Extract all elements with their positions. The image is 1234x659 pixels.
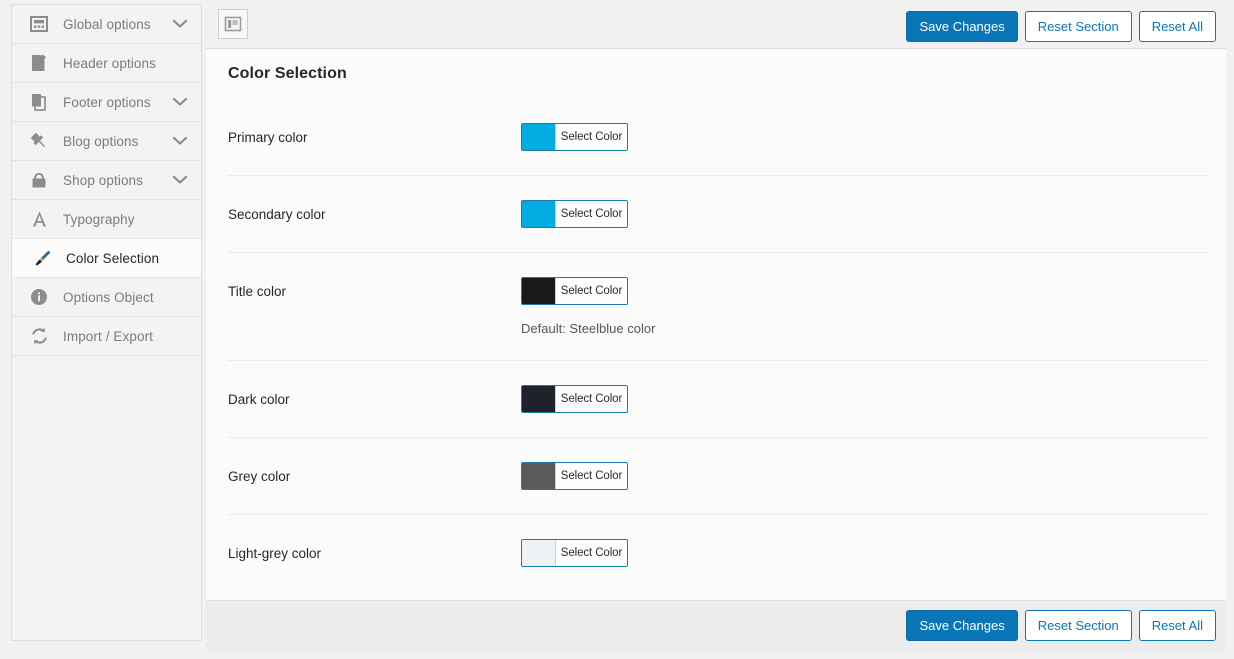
chevron-down-icon[interactable] <box>172 17 188 32</box>
color-field-row: Grey color Select Color <box>228 438 1210 515</box>
save-changes-button-bottom[interactable]: Save Changes <box>906 610 1018 641</box>
color-picker[interactable]: Select Color <box>521 539 628 567</box>
content-panel: Save Changes Reset Section Reset All Col… <box>206 0 1234 651</box>
sidebar-item-options-object[interactable]: Options Object <box>12 278 201 317</box>
sidebar-item-blog-options[interactable]: Blog options <box>12 122 201 161</box>
sidebar-item-label: Typography <box>63 211 135 227</box>
color-swatch[interactable] <box>522 540 556 566</box>
sidebar-item-typography[interactable]: Typography <box>12 200 201 239</box>
select-color-button[interactable]: Select Color <box>556 124 627 150</box>
sidebar-item-label: Header options <box>63 55 156 71</box>
topbar-actions: Save Changes Reset Section Reset All <box>906 11 1216 42</box>
select-color-button[interactable]: Select Color <box>556 278 627 304</box>
sidebar-item-label: Global options <box>63 16 151 32</box>
color-field-row: Light-grey color Select Color <box>228 515 1210 591</box>
sidebar-item-label: Options Object <box>63 289 154 305</box>
field-control: Select Color <box>521 515 1210 591</box>
reset-section-button-bottom[interactable]: Reset Section <box>1024 610 1132 641</box>
select-color-button[interactable]: Select Color <box>556 463 627 489</box>
sidebar-item-color-selection[interactable]: Color Selection <box>12 239 201 278</box>
select-color-button[interactable]: Select Color <box>556 201 627 227</box>
pushpin-icon <box>26 130 52 152</box>
reset-all-button-top[interactable]: Reset All <box>1138 11 1216 42</box>
field-control: Select Color Default: Steelblue color <box>521 253 1210 360</box>
reset-section-button-top[interactable]: Reset Section <box>1024 11 1132 42</box>
sidebar-item-label: Color Selection <box>66 250 160 266</box>
color-swatch[interactable] <box>522 386 556 412</box>
save-changes-button-top[interactable]: Save Changes <box>906 11 1018 42</box>
color-field-row: Primary color Select Color <box>228 99 1210 176</box>
footer-actions: Save Changes Reset Section Reset All <box>906 610 1216 641</box>
reset-all-button-bottom[interactable]: Reset All <box>1138 610 1216 641</box>
field-control: Select Color <box>521 99 1210 175</box>
sync-arrows-icon <box>26 325 52 347</box>
field-control: Select Color <box>521 361 1210 437</box>
options-framework-page: Global options Header options Footer optio… <box>0 0 1234 659</box>
color-picker[interactable]: Select Color <box>521 462 628 490</box>
color-picker[interactable]: Select Color <box>521 277 628 305</box>
page-header-icon <box>26 52 52 74</box>
color-swatch[interactable] <box>522 201 556 227</box>
sidebar-item-footer-options[interactable]: Footer options <box>12 83 201 122</box>
sidebar-item-header-options[interactable]: Header options <box>12 44 201 83</box>
chevron-down-icon[interactable] <box>172 95 188 110</box>
color-field-row: Dark color Select Color <box>228 361 1210 438</box>
field-label: Primary color <box>228 130 308 145</box>
expand-panel-icon[interactable] <box>218 9 248 39</box>
field-label: Dark color <box>228 392 290 407</box>
field-control: Select Color <box>521 438 1210 514</box>
panel-body: Color Selection Primary color Select Colo… <box>206 49 1226 600</box>
field-description: Default: Steelblue color <box>521 321 656 336</box>
color-fields-list: Primary color Select Color Secondary color… <box>228 99 1210 591</box>
panel-footer: Save Changes Reset Section Reset All <box>206 600 1226 651</box>
color-picker[interactable]: Select Color <box>521 123 628 151</box>
chevron-down-icon[interactable] <box>172 134 188 149</box>
letter-a-icon <box>26 208 52 230</box>
color-picker[interactable]: Select Color <box>521 200 628 228</box>
chevron-down-icon[interactable] <box>172 173 188 188</box>
field-control: Select Color <box>521 176 1210 252</box>
shopping-bag-icon <box>26 169 52 191</box>
color-field-row: Title color Select Color Default: Steelblu… <box>228 253 1210 361</box>
page-title: Color Selection <box>228 65 347 82</box>
field-label: Title color <box>228 284 287 299</box>
color-field-row: Secondary color Select Color <box>228 176 1210 253</box>
field-label: Secondary color <box>228 207 326 222</box>
color-swatch[interactable] <box>522 278 556 304</box>
field-label: Grey color <box>228 469 291 484</box>
sidebar-item-import-export[interactable]: Import / Export <box>12 317 201 356</box>
pages-stack-icon <box>26 91 52 113</box>
paintbrush-icon <box>29 247 55 269</box>
sidebar-item-global-options[interactable]: Global options <box>12 5 201 44</box>
select-color-button[interactable]: Select Color <box>556 386 627 412</box>
sidebar-item-shop-options[interactable]: Shop options <box>12 161 201 200</box>
select-color-button[interactable]: Select Color <box>556 540 627 566</box>
panel-topbar: Save Changes Reset Section Reset All <box>206 0 1226 49</box>
window-layout-icon <box>26 13 52 35</box>
color-picker[interactable]: Select Color <box>521 385 628 413</box>
color-swatch[interactable] <box>522 124 556 150</box>
info-circle-icon <box>26 286 52 308</box>
sidebar-item-label: Shop options <box>63 172 144 188</box>
color-swatch[interactable] <box>522 463 556 489</box>
field-label: Light-grey color <box>228 546 322 561</box>
sidebar-nav: Global options Header options Footer optio… <box>11 4 202 641</box>
sidebar-item-label: Blog options <box>63 133 139 149</box>
sidebar-item-label: Footer options <box>63 94 151 110</box>
sidebar-item-label: Import / Export <box>63 328 154 344</box>
